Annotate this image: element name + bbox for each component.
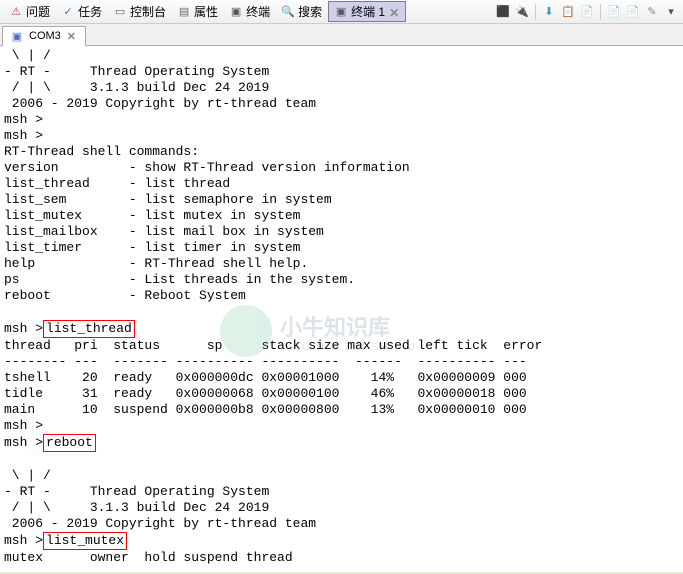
view-tab-terminal[interactable]: ▣ 终端 [224, 2, 274, 21]
highlighted-command-list-mutex: list_mutex [43, 532, 127, 550]
divider [600, 4, 601, 20]
toolbar-actions: ⬛ 🔌 ⬇ 📋 📄 📄 📄 ✎ ▾ [495, 4, 679, 20]
action-icon-2[interactable]: 📋 [560, 4, 576, 20]
terminal-output: \ | / - RT - Thread Operating System / |… [0, 46, 683, 572]
new-terminal-icon[interactable]: ⬛ [495, 4, 511, 20]
terminal-viewport[interactable]: 小牛知识库 XIAO NIU ZHI SHI KU \ | / - RT - T… [0, 46, 683, 572]
terminal-icon: ▣ [333, 4, 349, 20]
tab-label: 任务 [78, 3, 102, 20]
view-tab-search[interactable]: 🔍 搜索 [276, 2, 326, 21]
tab-label: 属性 [194, 3, 218, 20]
divider [535, 4, 536, 20]
action-icon-5[interactable]: 📄 [625, 4, 641, 20]
view-tab-problems[interactable]: ⚠ 问题 [4, 2, 54, 21]
terminal-tab-bar: ▣ COM3 ✕ [0, 24, 683, 46]
warning-icon: ⚠ [8, 4, 24, 20]
tab-label: 控制台 [130, 3, 166, 20]
action-icon-1[interactable]: ⬇ [541, 4, 557, 20]
tab-label: 搜索 [298, 3, 322, 20]
close-icon[interactable]: ✕ [389, 6, 401, 18]
properties-icon: ▤ [176, 4, 192, 20]
highlighted-command-reboot: reboot [43, 434, 96, 452]
serial-port-icon: ▣ [9, 28, 25, 44]
menu-dropdown-icon[interactable]: ▾ [663, 4, 679, 20]
close-icon[interactable]: ✕ [67, 30, 79, 42]
tab-label: COM3 [29, 30, 61, 42]
tab-label: 终端 1 [351, 3, 385, 20]
view-tab-tasks[interactable]: ✓ 任务 [56, 2, 106, 21]
search-icon: 🔍 [280, 4, 296, 20]
action-icon-4[interactable]: 📄 [606, 4, 622, 20]
action-icon-3[interactable]: 📄 [579, 4, 595, 20]
edit-icon[interactable]: ✎ [644, 4, 660, 20]
view-tab-terminal-1[interactable]: ▣ 终端 1 ✕ [328, 1, 406, 22]
tab-label: 问题 [26, 3, 50, 20]
tab-label: 终端 [246, 3, 270, 20]
view-toolbar: ⚠ 问题 ✓ 任务 ▭ 控制台 ▤ 属性 ▣ 终端 🔍 搜索 ▣ 终端 1 ✕ … [0, 0, 683, 24]
view-tab-properties[interactable]: ▤ 属性 [172, 2, 222, 21]
terminal-tab-com3[interactable]: ▣ COM3 ✕ [2, 26, 86, 46]
connect-icon[interactable]: 🔌 [514, 4, 530, 20]
highlighted-command-list-thread: list_thread [43, 320, 135, 338]
check-icon: ✓ [60, 4, 76, 20]
terminal-icon: ▣ [228, 4, 244, 20]
view-tab-console[interactable]: ▭ 控制台 [108, 2, 170, 21]
console-icon: ▭ [112, 4, 128, 20]
